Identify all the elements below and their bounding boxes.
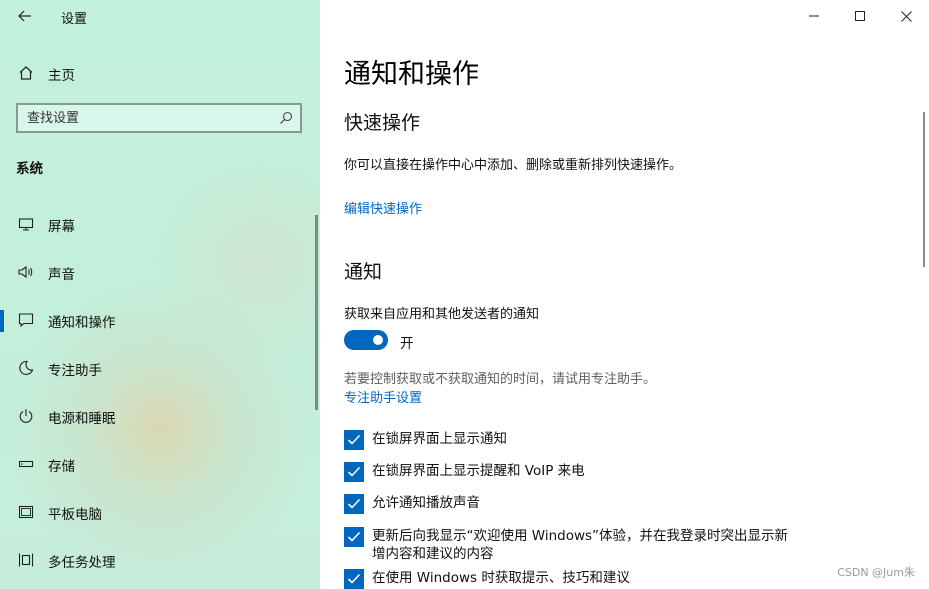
back-button[interactable]	[10, 4, 40, 28]
checkbox[interactable]	[344, 569, 364, 589]
speaker-icon	[16, 262, 36, 282]
sidebar-item-power-sleep[interactable]: 电源和睡眠	[0, 396, 318, 436]
monitor-icon	[16, 214, 36, 234]
watermark: CSDN @Jum朱	[837, 566, 915, 579]
sidebar-item-label: 屏幕	[48, 219, 75, 235]
sidebar-item-multitasking[interactable]: 多任务处理	[0, 540, 318, 580]
maximize-icon	[855, 11, 865, 21]
sidebar-item-label: 专注助手	[48, 363, 102, 379]
sidebar-item-label: 声音	[48, 267, 75, 283]
checkbox-welcome-experience[interactable]: 更新后向我显示“欢迎使用 Windows”体验，并在我登录时突出显示新增内容和建…	[344, 527, 792, 563]
checkbox[interactable]	[344, 494, 364, 514]
power-icon	[16, 406, 36, 426]
checkmark-icon	[347, 498, 361, 509]
checkbox-lock-screen-notifications[interactable]: 在锁屏界面上显示通知	[344, 430, 792, 450]
checkbox[interactable]	[344, 527, 364, 547]
checkmark-icon	[347, 531, 361, 542]
sidebar-item-label: 存储	[48, 459, 75, 475]
main-scrollbar[interactable]	[923, 112, 925, 267]
storage-icon	[16, 454, 36, 474]
sidebar-item-notifications[interactable]: 通知和操作	[0, 300, 318, 340]
sidebar-item-label: 多任务处理	[48, 555, 116, 571]
sidebar-item-tablet[interactable]: 平板电脑	[0, 492, 318, 532]
quick-actions-description: 你可以直接在操作中心中添加、删除或重新排列快速操作。	[344, 158, 683, 173]
checkbox-label: 在锁屏界面上显示通知	[372, 431, 507, 447]
checkbox-label: 更新后向我显示“欢迎使用 Windows”体验，并在我登录时突出显示新增内容和建…	[372, 528, 789, 562]
quick-actions-heading: 快速操作	[344, 112, 421, 134]
toggle-knob	[373, 335, 383, 345]
main-panel: 通知和操作 快速操作 你可以直接在操作中心中添加、删除或重新排列快速操作。 编辑…	[320, 0, 929, 589]
close-button[interactable]	[883, 0, 929, 32]
checkbox[interactable]	[344, 430, 364, 450]
checkbox-notification-sounds[interactable]: 允许通知播放声音	[344, 494, 792, 514]
tablet-icon	[16, 502, 36, 522]
focus-assist-hint: 若要控制获取或不获取通知的时间，请试用专注助手。	[344, 372, 657, 387]
checkbox-label: 允许通知播放声音	[372, 495, 480, 511]
moon-icon	[16, 358, 36, 378]
sidebar-item-label: 主页	[48, 68, 75, 84]
sidebar-item-focus-assist[interactable]: 专注助手	[0, 348, 318, 388]
page-title: 通知和操作	[344, 59, 479, 90]
sidebar: 设置 主页 系统 屏幕 声音 通知和操作	[0, 0, 320, 589]
search-icon[interactable]	[279, 111, 293, 125]
notifications-toggle[interactable]	[344, 330, 388, 350]
sidebar-item-storage[interactable]: 存储	[0, 444, 318, 484]
checkmark-icon	[347, 466, 361, 477]
focus-assist-settings-link[interactable]: 专注助手设置	[344, 387, 422, 406]
sidebar-item-home[interactable]: 主页	[0, 58, 320, 88]
search-field-container	[16, 103, 302, 133]
close-icon	[900, 10, 912, 22]
checkbox-lock-screen-reminders-voip[interactable]: 在锁屏界面上显示提醒和 VoIP 来电	[344, 462, 792, 482]
search-input[interactable]	[18, 109, 269, 127]
back-arrow-icon	[18, 10, 31, 22]
sidebar-item-label: 平板电脑	[48, 507, 102, 523]
multitask-icon	[16, 550, 36, 570]
checkbox[interactable]	[344, 462, 364, 482]
checkbox-label: 在使用 Windows 时获取提示、技巧和建议	[372, 570, 630, 586]
edit-quick-actions-link[interactable]: 编辑快速操作	[344, 198, 422, 217]
minimize-icon	[809, 15, 819, 17]
home-icon	[16, 63, 36, 83]
checkbox-tips-tricks[interactable]: 在使用 Windows 时获取提示、技巧和建议	[344, 569, 792, 589]
sidebar-scrollbar[interactable]	[315, 215, 318, 410]
sidebar-item-sound[interactable]: 声音	[0, 252, 318, 292]
section-header-system: 系统	[16, 161, 43, 177]
notification-icon	[16, 310, 36, 330]
minimize-button[interactable]	[791, 0, 837, 32]
app-title: 设置	[61, 12, 88, 27]
sidebar-item-display[interactable]: 屏幕	[0, 204, 318, 244]
toggle-state-label: 开	[400, 336, 414, 352]
notifications-heading: 通知	[344, 261, 383, 283]
sidebar-item-label: 电源和睡眠	[48, 411, 116, 427]
checkmark-icon	[347, 434, 361, 445]
maximize-button[interactable]	[837, 0, 883, 32]
checkmark-icon	[347, 573, 361, 584]
sidebar-item-label: 通知和操作	[48, 315, 116, 331]
notifications-toggle-label: 获取来自应用和其他发送者的通知	[344, 307, 540, 322]
checkbox-label: 在锁屏界面上显示提醒和 VoIP 来电	[372, 463, 585, 479]
active-indicator	[0, 310, 4, 332]
